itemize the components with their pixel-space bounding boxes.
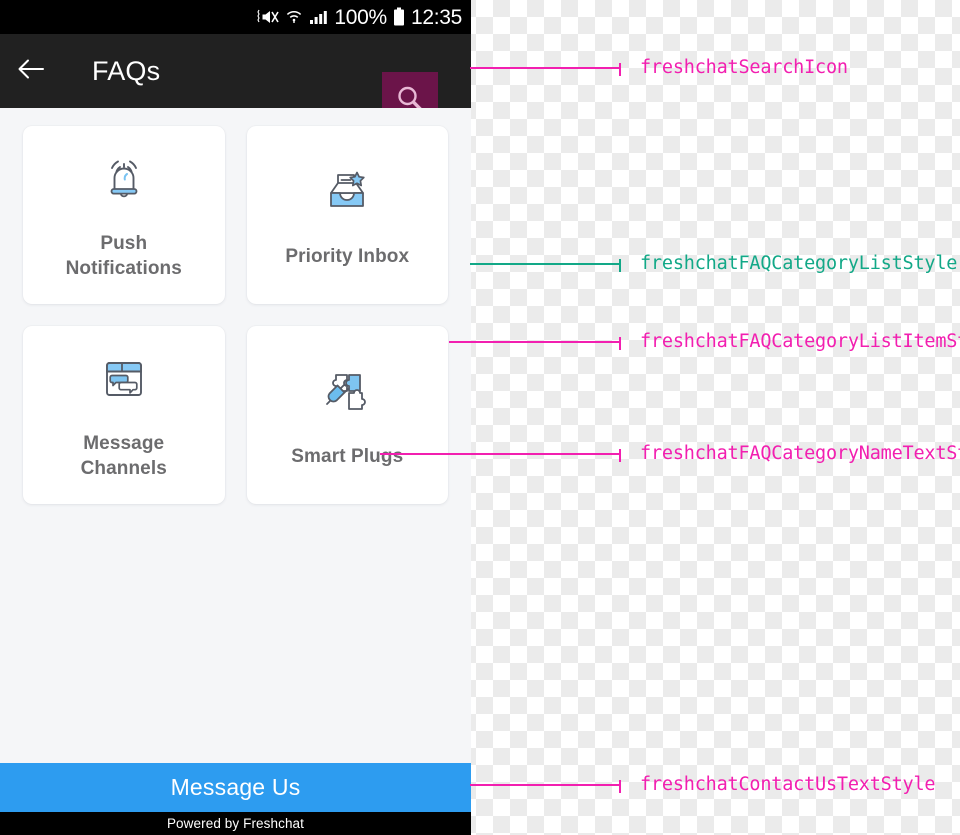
- status-bar: 100% 12:35: [0, 0, 471, 34]
- arrow-left-icon: [17, 57, 45, 86]
- chat-window-icon: [95, 348, 153, 410]
- annotation-category-list-style: freshchatFAQCategoryListStyle: [470, 253, 957, 274]
- faq-category-list-item[interactable]: Message Channels: [23, 326, 225, 504]
- back-button[interactable]: [0, 34, 62, 108]
- puzzle-plug-icon: [318, 361, 376, 423]
- signal-icon: [309, 9, 328, 25]
- inbox-star-icon: [318, 161, 376, 223]
- annotation-contact-us-text-style: freshchatContactUsTextStyle: [470, 774, 936, 795]
- app-bar: FAQs: [0, 34, 471, 130]
- faq-category-name: Push Notifications: [65, 233, 182, 279]
- annotation-label: freshchatSearchIcon: [640, 57, 848, 78]
- battery-percent-label: 100%: [334, 5, 387, 29]
- faq-category-grid: Push Notifications Priority Inbox Messag…: [23, 126, 448, 504]
- faq-category-name: Message Channels: [80, 433, 167, 479]
- clock-label: 12:35: [410, 5, 462, 29]
- faq-category-name: Smart Plugs: [291, 445, 404, 467]
- annotation-label: freshchatContactUsTextStyle: [640, 774, 936, 795]
- annotation-label: freshchatFAQCategoryNameTextStyle: [640, 443, 960, 464]
- battery-icon: [393, 7, 405, 27]
- faq-category-list-item[interactable]: Priority Inbox: [246, 126, 448, 304]
- faq-category-name: Priority Inbox: [285, 245, 410, 267]
- annotation-search-icon: freshchatSearchIcon: [470, 57, 848, 78]
- page-title: FAQs: [92, 55, 161, 86]
- annotation-label: freshchatFAQCategoryListStyle: [640, 253, 958, 274]
- phone-screen: 100% 12:35 FAQs Push Notifications Prior…: [0, 0, 471, 835]
- message-us-button[interactable]: Message Us: [0, 763, 471, 812]
- wifi-icon: [285, 9, 303, 25]
- annotation-label: freshchatFAQCategoryListItemStyle: [640, 331, 960, 352]
- annotation-category-list-item-style: freshchatFAQCategoryListItemStyle: [449, 331, 960, 352]
- vibrate-mute-icon: [257, 9, 280, 25]
- faq-category-list: Push Notifications Priority Inbox Messag…: [0, 108, 471, 835]
- bell-notification-icon: [95, 148, 153, 210]
- powered-by-bar: Powered by Freshchat: [0, 812, 471, 835]
- contact-us-label: Message Us: [170, 774, 301, 800]
- faq-category-list-item[interactable]: Push Notifications: [23, 126, 225, 304]
- powered-by-label: Powered by Freshchat: [166, 816, 305, 831]
- faq-category-list-item[interactable]: Smart Plugs: [246, 326, 448, 504]
